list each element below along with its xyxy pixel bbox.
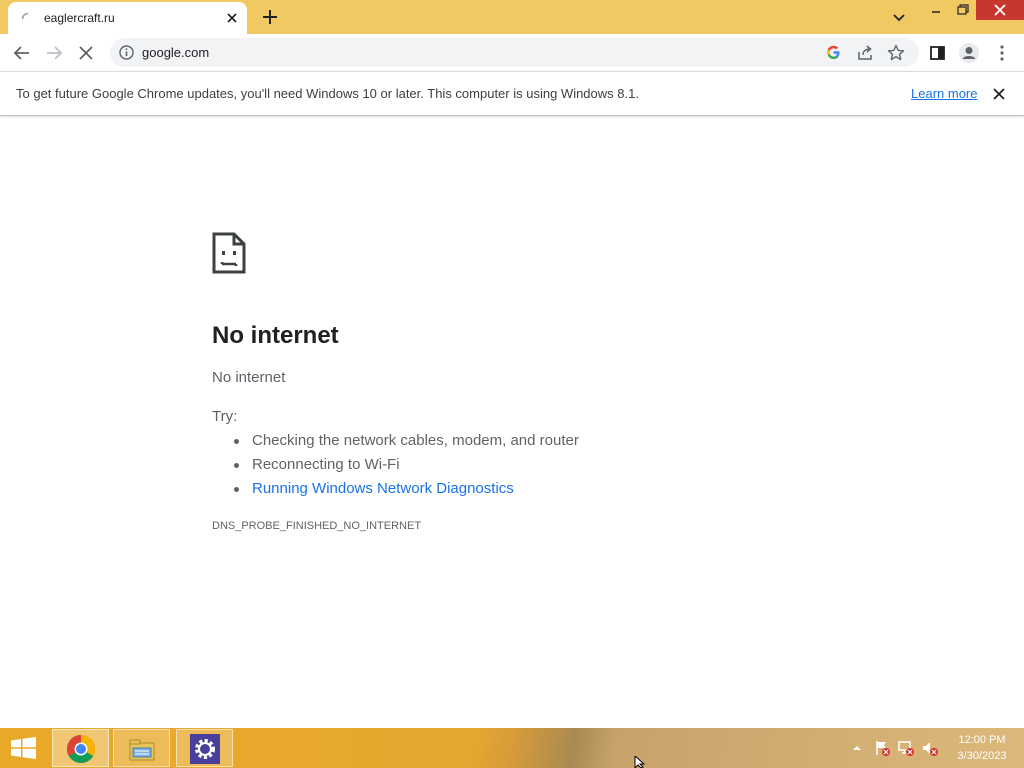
taskbar-settings[interactable] (176, 729, 233, 767)
side-panel-icon[interactable] (923, 39, 951, 67)
try-label: Try: (212, 408, 238, 425)
tab-title: eaglercraft.ru (44, 11, 115, 25)
system-clock[interactable]: 12:00 PM 3/30/2023 (944, 732, 1020, 764)
tab-strip: eaglercraft.ru (0, 0, 1024, 34)
clock-date: 3/30/2023 (957, 750, 1007, 762)
bookmark-star-icon[interactable] (886, 43, 906, 63)
more-menu-icon[interactable] (988, 39, 1016, 67)
sad-page-icon (212, 232, 246, 274)
window-close-icon[interactable] (976, 0, 1024, 20)
google-lens-icon[interactable] (825, 44, 842, 61)
profile-avatar-icon[interactable] (955, 39, 983, 67)
file-explorer-icon (129, 739, 155, 761)
infobar-close-icon[interactable] (990, 85, 1008, 103)
new-tab-icon[interactable] (258, 6, 282, 28)
share-icon[interactable] (855, 43, 875, 63)
tab-close-icon[interactable] (223, 9, 241, 27)
clock-time: 12:00 PM (958, 734, 1006, 746)
loading-spinner-icon (21, 12, 29, 20)
settings-gear-icon (190, 734, 220, 764)
restore-icon[interactable] (950, 0, 974, 22)
show-hidden-icons-icon[interactable] (850, 741, 864, 755)
back-arrow-icon[interactable] (8, 39, 36, 67)
network-icon[interactable] (897, 739, 915, 757)
list-item: Reconnecting to Wi-Fi (234, 456, 579, 480)
taskbar: 12:00 PM 3/30/2023 (0, 728, 1024, 768)
taskbar-chrome[interactable] (52, 729, 109, 767)
tab-eaglercraft[interactable]: eaglercraft.ru (8, 2, 247, 34)
stop-loading-icon[interactable] (72, 39, 100, 67)
toolbar: google.com (0, 34, 1024, 71)
suggestions-list: Checking the network cables, modem, and … (234, 432, 579, 504)
list-item: Checking the network cables, modem, and … (234, 432, 579, 456)
forward-arrow-icon[interactable] (40, 39, 68, 67)
error-code: DNS_PROBE_FINISHED_NO_INTERNET (212, 520, 422, 532)
url-text[interactable]: google.com (142, 45, 209, 60)
windows-start-icon[interactable] (0, 728, 48, 768)
chevron-down-icon[interactable] (888, 6, 910, 28)
address-bar[interactable]: google.com (110, 38, 919, 67)
infobar-message: To get future Google Chrome updates, you… (16, 86, 639, 101)
mouse-cursor-icon (634, 756, 646, 768)
taskbar-file-explorer[interactable] (113, 729, 170, 767)
error-subheading: No internet (212, 369, 286, 386)
chrome-icon (67, 735, 95, 763)
learn-more-link[interactable]: Learn more (911, 86, 977, 101)
action-center-flag-icon[interactable] (873, 739, 891, 757)
minimize-icon[interactable] (924, 0, 948, 22)
error-heading: No internet (212, 322, 339, 349)
update-infobar: To get future Google Chrome updates, you… (0, 71, 1024, 116)
speaker-muted-icon[interactable] (921, 739, 939, 757)
site-info-icon[interactable] (118, 44, 135, 61)
network-diagnostics-link[interactable]: Running Windows Network Diagnostics (234, 480, 579, 504)
